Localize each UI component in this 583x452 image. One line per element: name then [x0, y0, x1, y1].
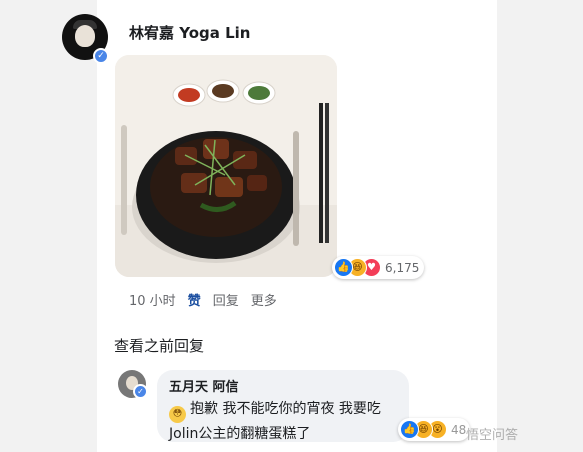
reply-author-name[interactable]: 五月天 阿信: [169, 376, 397, 395]
like-button[interactable]: 赞: [188, 290, 201, 309]
reply-text: 😳 抱歉 我不能吃你的宵夜 我要吃Jolin公主的翻糖蛋糕了: [169, 398, 397, 445]
verified-badge-icon: ✓: [93, 48, 109, 64]
post-reactions-count: 6,175: [385, 260, 420, 275]
poster-name[interactable]: 林宥嘉 Yoga Lin: [129, 22, 250, 43]
reply-reactions-summary[interactable]: 👍 😆 😮 48: [398, 418, 471, 441]
braised-pork-dish-image: [115, 55, 337, 277]
right-margin: [497, 0, 583, 452]
post-reactions-summary[interactable]: 👍 😆 ♥ 6,175: [332, 256, 425, 279]
post-actions-bar: 10 小时 赞 回复 更多: [129, 290, 289, 309]
left-margin: [0, 0, 97, 452]
reply-button[interactable]: 回复: [213, 290, 239, 309]
watermark-text: 悟空问答: [466, 428, 519, 443]
like-reaction-icon: 👍: [334, 258, 353, 277]
reply-like-reaction-icon: 👍: [400, 420, 419, 439]
post-timestamp: 10 小时: [129, 294, 176, 309]
more-button[interactable]: 更多: [251, 290, 277, 309]
reply-verified-badge-icon: ✓: [133, 384, 148, 399]
reply-text-content: 抱歉 我不能吃你的宵夜 我要吃Jolin公主的翻糖蛋糕了: [169, 401, 381, 442]
post-photo[interactable]: [115, 55, 337, 277]
reply-bubble: 五月天 阿信 😳 抱歉 我不能吃你的宵夜 我要吃Jolin公主的翻糖蛋糕了: [157, 370, 409, 442]
flushed-face-emoji-icon: 😳: [169, 406, 186, 423]
reply-reactions-count: 48: [451, 422, 467, 437]
avatar-face: [75, 25, 95, 47]
view-previous-replies-link[interactable]: 查看之前回复: [114, 335, 204, 356]
